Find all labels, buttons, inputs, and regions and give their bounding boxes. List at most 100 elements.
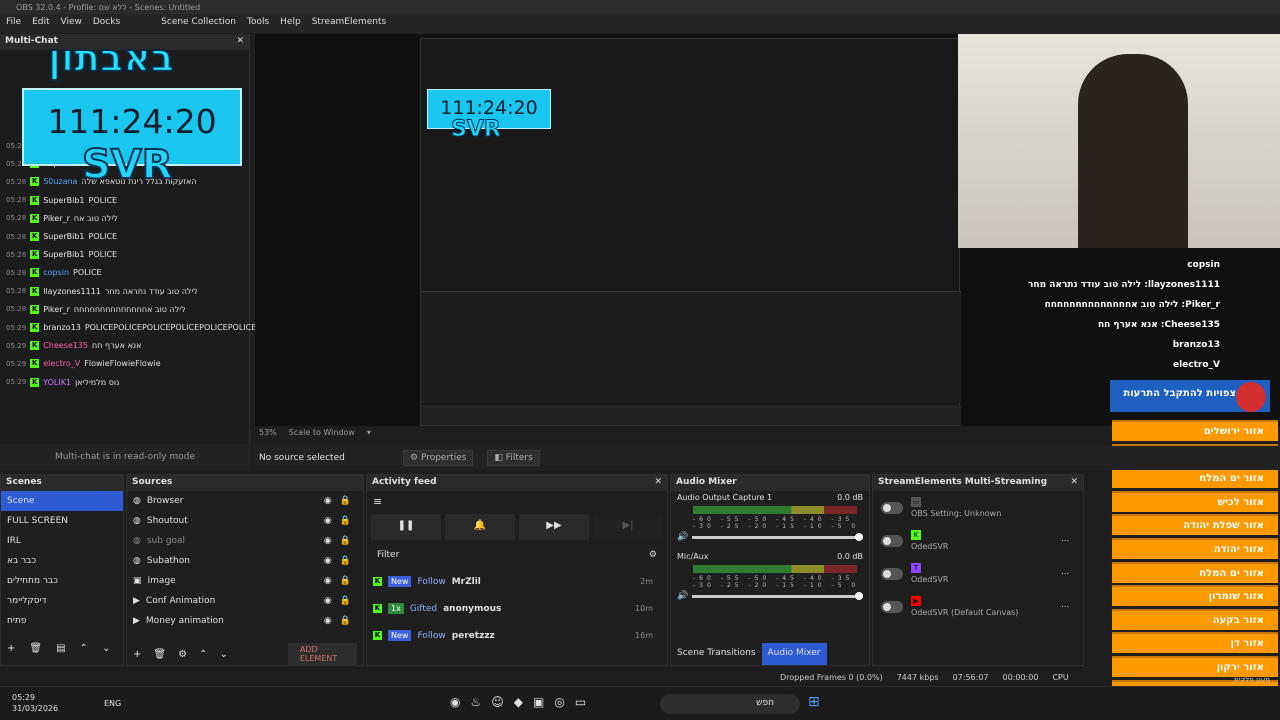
chat-user: Piker_r — [43, 304, 70, 314]
source-name: Image — [147, 576, 176, 586]
more-icon[interactable]: ⋯ — [1061, 536, 1083, 545]
close-icon[interactable]: ✕ — [1070, 477, 1078, 489]
properties-button[interactable]: ⚙ Properties — [403, 450, 474, 466]
scene-item[interactable]: כבר מתחילים — [1, 571, 123, 591]
eye-icon[interactable]: ◉ — [324, 616, 332, 626]
stream-toggle[interactable] — [881, 600, 903, 613]
stream-toggle[interactable] — [881, 534, 903, 547]
steam-icon[interactable]: ♨ — [470, 695, 481, 709]
gear-icon[interactable]: ⚙ — [649, 550, 657, 560]
language-indicator[interactable]: ENG — [104, 699, 121, 708]
menu-view[interactable]: View — [61, 17, 82, 30]
chat-text: POLICE — [88, 232, 118, 241]
trash-icon[interactable]: 🗑 — [153, 649, 166, 660]
menu-edit[interactable]: Edit — [32, 17, 49, 30]
lock-icon[interactable]: 🔒 — [340, 616, 351, 626]
menu-scene-collection[interactable]: Scene Collection — [161, 17, 236, 30]
lock-icon[interactable]: 🔒 — [340, 496, 351, 506]
windows-icon[interactable]: ⊞ — [808, 694, 820, 710]
alert-area: אזור יהודה — [1112, 538, 1278, 559]
speaker-icon[interactable]: 🔊 — [677, 591, 688, 601]
chevron-down-icon[interactable]: ⌄ — [219, 649, 227, 660]
eye-icon[interactable]: ◉ — [324, 576, 332, 586]
stream-label: OBS Setting: Unknown — [911, 509, 1002, 518]
chevron-down-icon[interactable]: ▾ — [367, 428, 371, 442]
source-item[interactable]: ▶ Money animation ◉ 🔒 — [127, 611, 363, 631]
stream-toggle[interactable] — [881, 501, 903, 514]
tab-audio-mixer[interactable]: Audio Mixer — [761, 643, 827, 665]
trash-icon[interactable]: 🗑 — [29, 643, 42, 654]
stream-toggle[interactable] — [881, 567, 903, 580]
gear-icon[interactable]: ⚙ — [178, 649, 187, 660]
scene-item[interactable]: Scene — [1, 491, 123, 511]
source-item[interactable]: ◍ sub goal ◉ 🔒 — [127, 531, 363, 551]
source-item[interactable]: ◍ Shoutout ◉ 🔒 — [127, 511, 363, 531]
app-icon[interactable]: ◆ — [514, 695, 523, 709]
more-icon[interactable]: ⋯ — [1061, 569, 1083, 578]
overlay-chat-line: אנא אערף חח :Cheese135 — [1097, 320, 1220, 330]
bell-icon[interactable]: 🔔 — [445, 514, 515, 540]
scene-item[interactable]: FULL SCREEN — [1, 511, 123, 531]
eye-icon[interactable]: ◉ — [324, 496, 332, 506]
alert-area: אזור ירקון — [1112, 656, 1278, 677]
twitch-icon[interactable]: ▣ — [533, 695, 544, 709]
more-icon[interactable]: ⋯ — [1061, 602, 1083, 611]
search-box[interactable]: חפש — [660, 694, 800, 714]
volume-slider[interactable] — [692, 532, 863, 541]
up-icon[interactable]: ⌃ — [80, 643, 88, 654]
speaker-icon[interactable]: 🔊 — [677, 532, 688, 542]
files-icon[interactable]: ▭ — [575, 695, 586, 709]
svr-tag: SVR — [81, 141, 174, 189]
menu-icon[interactable]: ≡ — [367, 491, 667, 512]
chevron-down-icon[interactable]: ⌄ — [102, 643, 110, 654]
obs-app-icon[interactable]: ◉ — [450, 695, 460, 709]
kick-icon: K — [373, 604, 382, 613]
eye-icon[interactable]: ◉ — [324, 596, 332, 606]
source-item[interactable]: ◍ Subathon ◉ 🔒 — [127, 551, 363, 571]
lock-icon[interactable]: 🔒 — [340, 596, 351, 606]
menu-docks[interactable]: Docks — [93, 17, 120, 30]
eye-icon[interactable]: ◉ — [324, 556, 332, 566]
lock-icon[interactable]: 🔒 — [340, 536, 351, 546]
chat-time: 05:28 — [6, 305, 27, 314]
lock-icon[interactable]: 🔒 — [340, 576, 351, 586]
menu-tools[interactable]: Tools — [247, 17, 269, 30]
add-icon[interactable]: + — [133, 649, 141, 660]
discord-icon[interactable]: ☺ — [491, 695, 504, 709]
close-icon[interactable]: ✕ — [654, 477, 662, 489]
scene-item[interactable]: IRL — [1, 531, 123, 551]
eye-icon[interactable]: ◉ — [324, 536, 332, 546]
chrome-icon[interactable]: ◎ — [554, 695, 564, 709]
source-item[interactable]: ▣ Image ◉ 🔒 — [127, 571, 363, 591]
scene-item[interactable]: כבר בא — [1, 551, 123, 571]
config-icon[interactable]: ▤ — [56, 643, 65, 654]
up-icon[interactable]: ⌃ — [199, 649, 207, 660]
multistream-row: K OdedSVR ⋯ — [873, 524, 1083, 557]
lock-icon[interactable]: 🔒 — [340, 516, 351, 526]
close-icon[interactable]: ✕ — [236, 36, 244, 48]
source-name: Browser — [146, 496, 184, 506]
filters-button[interactable]: ◧ Filters — [487, 450, 540, 466]
tab-scene-transitions[interactable]: Scene Transitions — [671, 643, 762, 665]
eye-icon[interactable]: ◉ — [324, 516, 332, 526]
activity-badge: 1x — [388, 603, 404, 614]
lock-icon[interactable]: 🔒 — [340, 556, 351, 566]
source-item[interactable]: ▶ Conf Animation ◉ 🔒 — [127, 591, 363, 611]
scale-mode[interactable]: Scale to Window — [289, 428, 355, 442]
scene-item[interactable]: דיסקליימר — [1, 591, 123, 611]
filter-dropdown[interactable]: Filter — [377, 550, 399, 560]
menu-file[interactable]: File — [6, 17, 21, 30]
browser-icon: ◍ — [133, 556, 141, 566]
pause-icon[interactable]: ❚❚ — [371, 514, 441, 540]
add-icon[interactable]: + — [7, 643, 15, 654]
add-element-button[interactable]: ADD ELEMENT — [287, 643, 357, 665]
volume-slider[interactable] — [692, 591, 863, 600]
kick-icon: K — [30, 250, 40, 260]
zoom-level[interactable]: 53% — [259, 428, 277, 442]
source-item[interactable]: ◍ Browser ◉ 🔒 — [127, 491, 363, 511]
menu-streamelements[interactable]: StreamElements — [312, 17, 387, 30]
skip-icon[interactable]: ▶▶ — [519, 514, 589, 540]
scene-item[interactable]: פתיח — [1, 611, 123, 631]
chat-message: 05:28KSuperBib1POLICE — [6, 195, 117, 205]
menu-help[interactable]: Help — [280, 17, 301, 30]
